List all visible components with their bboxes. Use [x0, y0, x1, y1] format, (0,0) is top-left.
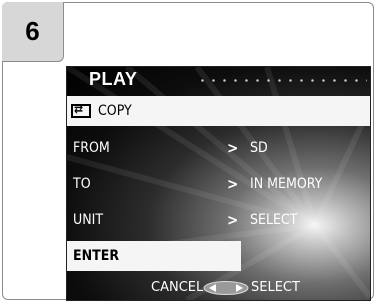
- footer-hint-bar: CANCEL SELECT: [67, 276, 370, 300]
- menu-item-copy[interactable]: COPY: [67, 96, 370, 126]
- from-label: FROM: [73, 140, 110, 156]
- to-value: IN MEMORY: [250, 176, 323, 192]
- from-value: SD: [250, 140, 268, 156]
- menu-row-unit[interactable]: UNIT > SELECT: [67, 205, 370, 235]
- title-dotted-line: [197, 79, 367, 82]
- select-hint: SELECT: [251, 280, 300, 295]
- menu-title: PLAY: [89, 69, 138, 89]
- menu-item-copy-label: COPY: [98, 103, 132, 119]
- camera-lcd-screen: PLAY COPY FROM > SD TO > IN MEMORY UNIT …: [66, 66, 371, 301]
- unit-label: UNIT: [73, 212, 104, 228]
- to-label: TO: [73, 176, 91, 192]
- chevron-right-icon: >: [227, 139, 239, 157]
- cancel-hint: CANCEL: [151, 280, 204, 295]
- unit-value: SELECT: [250, 212, 298, 228]
- menu-row-to[interactable]: TO > IN MEMORY: [67, 169, 370, 199]
- step-number-badge: 6: [2, 2, 64, 62]
- chevron-right-icon: >: [227, 211, 239, 229]
- enter-label: ENTER: [73, 248, 120, 264]
- enter-button[interactable]: ENTER: [67, 241, 241, 271]
- copy-icon: [71, 102, 91, 118]
- chevron-right-icon: >: [227, 175, 239, 193]
- left-right-pad-icon: [203, 281, 249, 295]
- menu-row-from[interactable]: FROM > SD: [67, 133, 370, 163]
- menu-title-row: PLAY: [67, 67, 370, 93]
- step-number: 6: [25, 16, 40, 46]
